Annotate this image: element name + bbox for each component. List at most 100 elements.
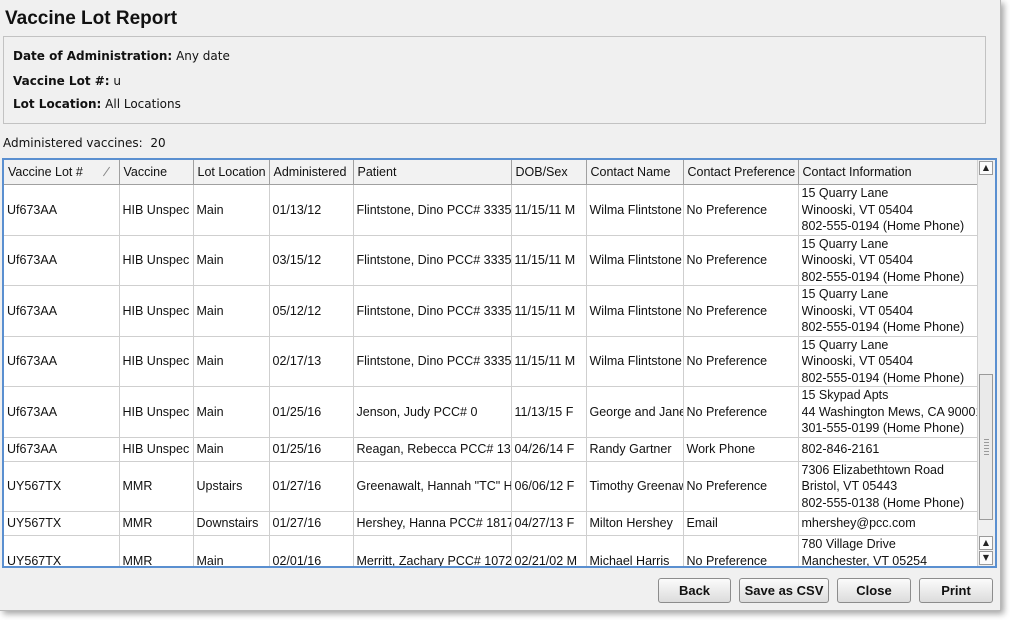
cell-contact-information: 15 Quarry Lane Winooski, VT 05404 802-555-… xyxy=(798,285,981,337)
cell-contact-preference: No Preference xyxy=(683,285,799,337)
cell-contact-preference: No Preference xyxy=(683,535,799,566)
cell-administered: 01/25/16 xyxy=(269,437,354,462)
contact-info-line: 301-555-0199 (Home Phone) xyxy=(801,421,965,435)
criteria-location-label: Lot Location: xyxy=(13,97,102,111)
cell-lot-location: Main xyxy=(193,386,270,438)
contact-info-line: 802-846-2161 xyxy=(801,441,880,456)
table-row[interactable]: Uf673AA HIB Unspec Main 01/25/16 Reagan, Reb… xyxy=(4,437,981,462)
cell-contact-information: 780 Village DriveManchester, VT 05254802… xyxy=(798,535,981,568)
cell-vaccine-lot: Uf673AA xyxy=(4,437,120,462)
contact-info-line: 44 Washington Mews, CA 90001 xyxy=(801,404,977,419)
cell-patient: Flintstone, Dino PCC# 3335 xyxy=(353,336,512,387)
contact-info-line: Winooski, VT 05404 xyxy=(801,354,914,368)
column-header-dob-sex[interactable]: DOB/Sex xyxy=(511,160,587,185)
table-row[interactable]: Uf673AA HIB Unspec Main 03/15/12 Flintstone,… xyxy=(4,235,981,286)
cell-administered: 01/25/16 xyxy=(269,386,354,438)
cell-vaccine-lot: Uf673AA xyxy=(4,285,120,337)
cell-vaccine: HIB Unspec xyxy=(119,184,194,236)
close-button[interactable]: Close xyxy=(837,578,911,603)
cell-vaccine: HIB Unspec xyxy=(119,437,194,462)
cell-administered: 03/15/12 xyxy=(269,235,354,286)
column-header-vaccine-lot[interactable]: Vaccine Lot # xyxy=(4,160,120,185)
cell-vaccine: MMR xyxy=(119,461,194,512)
cell-contact-name: Wilma Flintstone xyxy=(586,336,684,387)
contact-info-line: 780 Village Drive xyxy=(801,537,896,551)
cell-contact-information: 15 Skypad Apts 44 Washington Mews, CA 900… xyxy=(798,386,981,438)
criteria-date-label: Date of Administration: xyxy=(13,49,173,63)
cell-contact-preference: No Preference xyxy=(683,336,799,387)
criteria-location-value: All Locations xyxy=(105,97,181,111)
cell-vaccine-lot: Uf673AA xyxy=(4,386,120,438)
cell-contact-information: mhershey@pcc.com xyxy=(798,511,981,536)
criteria-location: Lot Location: All Locations xyxy=(13,97,181,111)
save-as-csv-button[interactable]: Save as CSV xyxy=(739,578,829,603)
column-header-contact-preference[interactable]: Contact Preference xyxy=(683,160,799,185)
column-header-patient[interactable]: Patient xyxy=(353,160,512,185)
criteria-panel: Date of Administration: Any date Vaccine… xyxy=(3,36,986,124)
triangle-up-icon[interactable]: ▲ xyxy=(979,161,993,175)
print-button[interactable]: Print xyxy=(919,578,993,603)
column-header-contact-information[interactable]: Contact Information xyxy=(798,160,981,185)
column-header-vaccine[interactable]: Vaccine xyxy=(119,160,194,185)
table-row[interactable]: UY567TX MMR Downstairs 01/27/16 Hershey, Han… xyxy=(4,511,981,536)
cell-lot-location: Main xyxy=(193,235,270,286)
cell-lot-location: Main xyxy=(193,336,270,387)
table-row[interactable]: Uf673AA HIB Unspec Main 01/25/16 Jenson, Jud… xyxy=(4,386,981,438)
administered-label: Administered vaccines: xyxy=(3,136,143,150)
column-header-contact-name[interactable]: Contact Name xyxy=(586,160,684,185)
triangle-down-icon[interactable]: ▼ xyxy=(979,551,993,565)
cell-contact-preference: Work Phone xyxy=(683,437,799,462)
scrollbar-thumb[interactable] xyxy=(979,374,993,520)
contact-info-line: 15 Quarry Lane xyxy=(801,236,889,251)
column-header-lot-location[interactable]: Lot Location xyxy=(193,160,270,185)
cell-dob-sex: 04/26/14 F xyxy=(511,437,587,462)
contact-info-line: 15 Skypad Apts xyxy=(801,388,889,402)
contact-info-line: Manchester, VT 05254 xyxy=(801,553,928,568)
contact-info-line: 802-555-0194 (Home Phone) xyxy=(801,320,965,334)
cell-dob-sex: 04/27/13 F xyxy=(511,511,587,536)
contact-info-line: mhershey@pcc.com xyxy=(801,516,916,531)
page-title: Vaccine Lot Report xyxy=(5,8,178,29)
back-button[interactable]: Back xyxy=(658,578,731,603)
cell-contact-name: Timothy Greenawalt xyxy=(586,461,684,512)
cell-dob-sex: 02/21/02 M xyxy=(511,535,587,566)
cell-contact-preference: No Preference xyxy=(683,235,799,286)
cell-lot-location: Main xyxy=(193,535,270,566)
cell-lot-location: Main xyxy=(193,285,270,337)
cell-administered: 01/27/16 xyxy=(269,461,354,512)
cell-contact-name: Milton Hershey xyxy=(586,511,684,536)
contact-info-line: Winooski, VT 05404 xyxy=(801,202,914,217)
cell-contact-preference: No Preference xyxy=(683,184,799,236)
contact-info-line: 15 Quarry Lane xyxy=(801,337,889,352)
cell-administered: 05/12/12 xyxy=(269,285,354,337)
triangle-up-icon[interactable]: ▲ xyxy=(979,536,993,550)
cell-patient: Hershey, Hanna PCC# 1817 xyxy=(353,511,512,536)
table-row[interactable]: UY567TX MMR Main 02/01/16 Merritt, Zachary P… xyxy=(4,535,981,568)
cell-vaccine-lot: UY567TX xyxy=(4,461,120,512)
contact-info-line: 802-555-0194 (Home Phone) xyxy=(801,219,965,233)
cell-vaccine-lot: UY567TX xyxy=(4,535,120,566)
column-header-administered[interactable]: Administered xyxy=(269,160,354,185)
cell-dob-sex: 11/15/11 M xyxy=(511,235,587,286)
cell-contact-name: Wilma Flintstone xyxy=(586,285,684,337)
cell-vaccine: HIB Unspec xyxy=(119,285,194,337)
results-table[interactable]: Vaccine Lot # Vaccine Lot Location Admin… xyxy=(2,158,997,568)
cell-administered: 02/01/16 xyxy=(269,535,354,566)
contact-info-line: 7306 Elizabethtown Road xyxy=(801,462,944,477)
vertical-scrollbar[interactable]: ▲ ▲ ▼ xyxy=(977,160,995,566)
cell-patient: Greenawalt, Hannah "TC" H xyxy=(353,461,512,512)
table-row[interactable]: Uf673AA HIB Unspec Main 05/12/12 Flintstone,… xyxy=(4,285,981,337)
contact-info-line: 15 Quarry Lane xyxy=(801,186,889,200)
contact-info-line: 802-555-0194 (Home Phone) xyxy=(801,269,965,284)
cell-contact-preference: No Preference xyxy=(683,461,799,512)
table-row[interactable]: Uf673AA HIB Unspec Main 02/17/13 Flintstone,… xyxy=(4,336,981,387)
contact-info-line: 15 Quarry Lane xyxy=(801,287,889,301)
cell-dob-sex: 11/15/11 M xyxy=(511,336,587,387)
grip-icon xyxy=(984,439,989,455)
contact-info-line: 802-555-0138 (Home Phone) xyxy=(801,495,965,510)
cell-patient: Flintstone, Dino PCC# 3335 xyxy=(353,235,512,286)
cell-lot-location: Main xyxy=(193,437,270,462)
table-row[interactable]: Uf673AA HIB Unspec Main 01/13/12 Flintstone,… xyxy=(4,184,981,236)
table-row[interactable]: UY567TX MMR Upstairs 01/27/16 Greenawalt, Ha… xyxy=(4,461,981,512)
cell-lot-location: Upstairs xyxy=(193,461,270,512)
